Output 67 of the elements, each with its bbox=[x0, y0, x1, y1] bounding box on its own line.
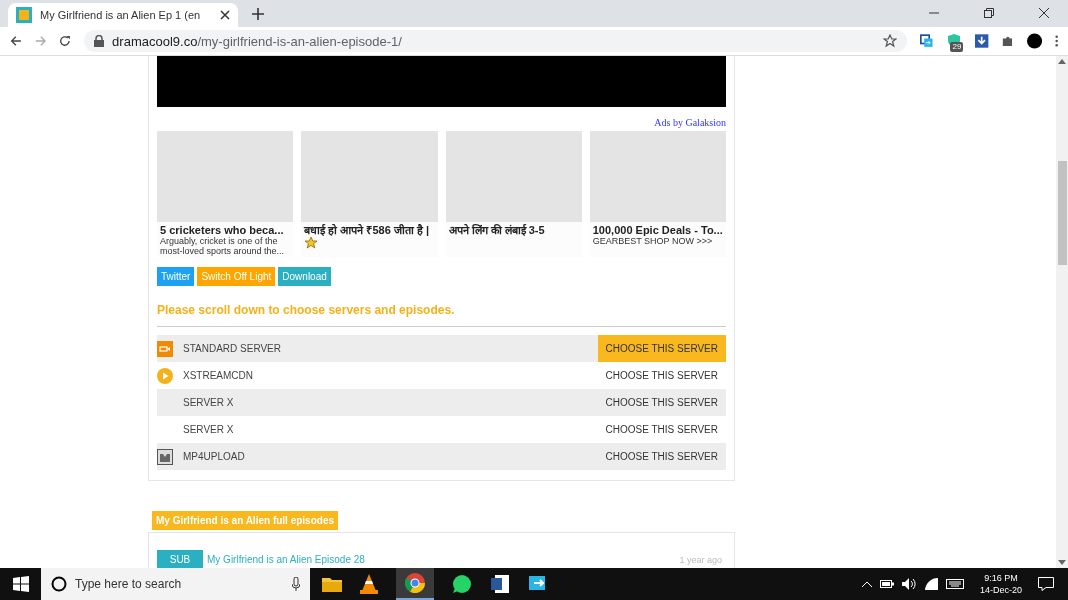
play-icon bbox=[157, 367, 173, 384]
translate-icon[interactable] bbox=[920, 33, 934, 49]
windows-icon[interactable] bbox=[13, 576, 29, 592]
document-icon[interactable] bbox=[490, 574, 510, 594]
new-tab-icon[interactable] bbox=[252, 8, 264, 20]
ad-title[interactable]: 100,000 Epic Deals - To... bbox=[592, 224, 723, 236]
server-name: SERVER X bbox=[183, 397, 234, 408]
reload-icon[interactable] bbox=[59, 34, 72, 48]
episode-time: 1 year ago bbox=[679, 554, 723, 565]
choose-server-button[interactable]: CHOOSE THIS SERVER bbox=[597, 416, 726, 443]
camera-icon bbox=[157, 340, 173, 357]
tab-title: My Girlfriend is an Alien Ep 1 (en bbox=[40, 9, 202, 21]
ad-description: GEARBEST SHOP NOW >>> bbox=[591, 236, 714, 246]
notification-icon[interactable] bbox=[1038, 577, 1054, 591]
choose-server-button[interactable]: CHOOSE THIS SERVER bbox=[597, 389, 726, 416]
close-icon[interactable] bbox=[1039, 8, 1049, 18]
microphone-icon bbox=[292, 577, 300, 591]
traffic-cone-icon[interactable] bbox=[360, 574, 378, 594]
server-row[interactable]: STANDARD SERVER CHOOSE THIS SERVER bbox=[157, 335, 726, 362]
server-row[interactable]: SERVER X CHOOSE THIS SERVER bbox=[157, 416, 726, 443]
battery-icon[interactable] bbox=[879, 580, 894, 588]
server-name: SERVER X bbox=[183, 424, 234, 435]
back-icon[interactable] bbox=[10, 34, 22, 48]
film-icon bbox=[157, 448, 173, 465]
server-name: STANDARD SERVER bbox=[183, 343, 281, 354]
extension-badge: 29 bbox=[950, 42, 964, 52]
ad-title[interactable]: अपने लिंग की लंबाई 3-5 bbox=[448, 224, 545, 236]
chevron-up-icon[interactable] bbox=[861, 581, 872, 587]
server-name: MP4UPLOAD bbox=[183, 451, 245, 462]
address-bar[interactable]: dramacool9.co/my-girlfriend-is-an-alien-episode-1/ bbox=[84, 30, 908, 52]
scroll-down-icon[interactable] bbox=[1058, 560, 1066, 565]
speaker-icon[interactable] bbox=[901, 578, 916, 590]
scrollbar[interactable] bbox=[1056, 56, 1068, 568]
scroll-thumb[interactable] bbox=[1057, 161, 1067, 265]
choose-server-button[interactable]: CHOOSE THIS SERVER bbox=[597, 362, 726, 389]
search-icon bbox=[51, 576, 67, 592]
clock-time[interactable]: 9:16 PM bbox=[984, 572, 1018, 584]
server-row[interactable]: SERVER X CHOOSE THIS SERVER bbox=[157, 389, 726, 416]
lock-icon bbox=[94, 35, 105, 47]
ad-title[interactable]: 5 cricketers who beca... bbox=[160, 224, 284, 236]
menu-icon[interactable] bbox=[1054, 34, 1058, 48]
restore-icon[interactable] bbox=[984, 8, 994, 18]
scroll-up-icon[interactable] bbox=[1058, 59, 1066, 64]
browser-tab[interactable]: My Girlfriend is an Alien Ep 1 (en bbox=[8, 3, 238, 27]
ads-label[interactable]: Ads by Galaksion bbox=[654, 117, 726, 128]
chat-bubble-icon[interactable] bbox=[452, 574, 472, 594]
download-icon[interactable] bbox=[975, 33, 989, 49]
site-icon bbox=[16, 7, 32, 23]
browser-taskbar-icon[interactable] bbox=[396, 568, 434, 600]
taskbar-search-field[interactable]: Type here to search bbox=[41, 568, 310, 600]
server-row[interactable]: XSTREAMCDN CHOOSE THIS SERVER bbox=[157, 362, 726, 389]
ad-description: Arguably, cricket is one of the most-loved sports around the... bbox=[159, 236, 286, 256]
profile-avatar[interactable] bbox=[1026, 32, 1042, 50]
close-icon[interactable] bbox=[220, 10, 230, 20]
server-row[interactable]: MP4UPLOAD CHOOSE THIS SERVER bbox=[157, 443, 726, 470]
folder-icon[interactable] bbox=[322, 576, 342, 592]
notice-text: Please scroll down to choose servers and episodes. bbox=[157, 303, 726, 327]
server-name: XSTREAMCDN bbox=[183, 370, 253, 381]
ad-card[interactable]: 5 cricketers who beca... Arguably, cricket is one of the most-loved sports around the... bbox=[157, 131, 294, 257]
keyboard-icon[interactable] bbox=[945, 579, 964, 589]
choose-server-button[interactable]: CHOOSE THIS SERVER bbox=[597, 335, 726, 362]
clock-date[interactable]: 14-Dec-20 bbox=[979, 584, 1022, 596]
episodes-heading: My Girlfriend is an Alien full episodes bbox=[152, 511, 338, 530]
star-icon[interactable] bbox=[883, 34, 898, 48]
ad-title[interactable]: बधाई हो आपने ₹586 जीता है | bbox=[304, 224, 430, 236]
choose-server-button[interactable]: CHOOSE THIS SERVER bbox=[597, 443, 726, 470]
sub-badge: SUB bbox=[157, 550, 203, 568]
